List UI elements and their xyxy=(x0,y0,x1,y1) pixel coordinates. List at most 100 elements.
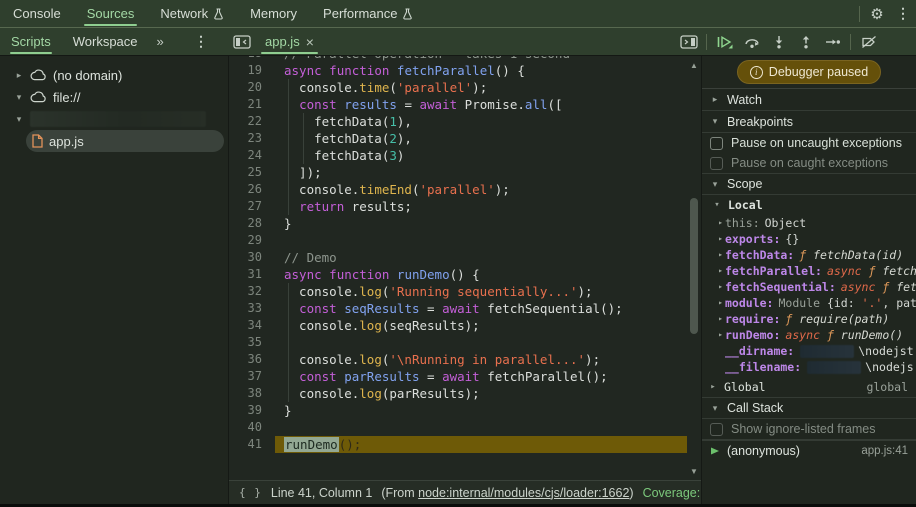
scrollbar-thumb[interactable] xyxy=(690,198,698,334)
chevron-right-icon[interactable]: ▸ xyxy=(716,231,725,247)
code-line-text[interactable]: async function runDemo() { xyxy=(275,266,687,283)
code-line-text[interactable]: runDemo(); xyxy=(275,436,687,453)
code-line-text[interactable]: ]); xyxy=(275,164,687,181)
chevron-right-icon[interactable]: ▸ xyxy=(716,327,725,343)
editor-scrollbar[interactable]: ▲ ▼ xyxy=(687,56,701,480)
line-number[interactable]: 33 xyxy=(229,300,275,317)
code-line-text[interactable]: const seqResults = await fetchSequential… xyxy=(275,300,687,317)
code-line-text[interactable]: console.log(parResults); xyxy=(275,385,687,402)
deactivate-breakpoints-icon[interactable] xyxy=(855,28,882,55)
scope-local-header[interactable]: ▾ Local xyxy=(702,195,916,215)
tab-network[interactable]: Network xyxy=(147,0,237,27)
scope-item-__dirname[interactable]: __dirname:\nodejst xyxy=(702,343,916,359)
chevron-right-icon[interactable]: ▸ xyxy=(716,295,725,311)
code-line-text[interactable]: // Demo xyxy=(275,249,687,266)
scope-item-this[interactable]: ▸this:Object xyxy=(702,215,916,231)
step-into-button[interactable] xyxy=(765,28,792,55)
scroll-up-icon[interactable]: ▲ xyxy=(687,58,701,72)
tab-memory[interactable]: Memory xyxy=(237,0,310,27)
line-number[interactable]: 37 xyxy=(229,368,275,385)
line-number[interactable]: 26 xyxy=(229,181,275,198)
line-number[interactable]: 20 xyxy=(229,79,275,96)
line-number[interactable]: 34 xyxy=(229,317,275,334)
line-number[interactable]: 22 xyxy=(229,113,275,130)
scope-item-require[interactable]: ▸require:ƒ require(path) xyxy=(702,311,916,327)
scope-item-fetchSequential[interactable]: ▸fetchSequential:async ƒ fetchSequential… xyxy=(702,279,916,295)
line-number[interactable]: 23 xyxy=(229,130,275,147)
code-line-text[interactable]: console.log('Running sequentially...'); xyxy=(275,283,687,300)
line-number[interactable]: 24 xyxy=(229,147,275,164)
scope-global-row[interactable]: ▸ Global global xyxy=(702,377,916,397)
tab-sources[interactable]: Sources xyxy=(74,0,148,27)
code-line-text[interactable] xyxy=(275,334,687,351)
scope-item-fetchData[interactable]: ▸fetchData:ƒ fetchData(id) xyxy=(702,247,916,263)
line-number[interactable]: 21 xyxy=(229,96,275,113)
section-watch[interactable]: ▸ Watch xyxy=(702,89,916,111)
code-line-text[interactable]: fetchData(1), xyxy=(275,113,687,130)
line-number[interactable]: 32 xyxy=(229,283,275,300)
scope-item-runDemo[interactable]: ▸runDemo:async ƒ runDemo() xyxy=(702,327,916,343)
chevron-right-icon[interactable]: ▸ xyxy=(716,263,725,279)
code-line-text[interactable] xyxy=(275,232,687,249)
code-line-text[interactable]: console.time('parallel'); xyxy=(275,79,687,96)
code-line-text[interactable]: console.timeEnd('parallel'); xyxy=(275,181,687,198)
step-button[interactable] xyxy=(819,28,846,55)
chevron-right-icon[interactable]: ▸ xyxy=(716,215,725,231)
code-line-text[interactable]: fetchData(2), xyxy=(275,130,687,147)
code-line-text[interactable]: async function fetchParallel() { xyxy=(275,62,687,79)
code-line-text[interactable]: } xyxy=(275,215,687,232)
chevron-down-icon[interactable]: ▾ xyxy=(712,200,722,210)
more-tabs-button[interactable]: » xyxy=(149,34,172,49)
section-scope[interactable]: ▾ Scope xyxy=(702,173,916,195)
chevron-right-icon[interactable]: ▸ xyxy=(716,279,725,295)
chevron-right-icon[interactable]: ▸ xyxy=(716,311,725,327)
navigator-menu-icon[interactable]: ⋮ xyxy=(188,28,214,55)
loader-link[interactable]: node:internal/modules/cjs/loader:1662 xyxy=(418,486,629,500)
step-out-button[interactable] xyxy=(792,28,819,55)
navtab-scripts[interactable]: Scripts xyxy=(0,28,62,55)
code-line-text[interactable]: const results = await Promise.all([ xyxy=(275,96,687,113)
tree-item-folder-redacted[interactable]: ▾ xyxy=(0,108,228,130)
line-number[interactable]: 28 xyxy=(229,215,275,232)
chevron-right-icon[interactable]: ▸ xyxy=(14,70,24,81)
line-number[interactable]: 41 xyxy=(229,436,275,453)
tab-console[interactable]: Console xyxy=(0,0,74,27)
chevron-down-icon[interactable]: ▾ xyxy=(710,179,720,190)
line-number[interactable]: 31 xyxy=(229,266,275,283)
call-stack-frame[interactable]: (anonymous)app.js:41 xyxy=(702,440,916,461)
line-number[interactable]: 25 xyxy=(229,164,275,181)
source-editor[interactable]: 18// Parallel operation - takes 1 second… xyxy=(228,56,702,504)
settings-gear-icon[interactable]: ⚙ xyxy=(864,0,890,27)
chevron-down-icon[interactable]: ▾ xyxy=(710,403,720,414)
breakpoint-option[interactable]: Pause on uncaught exceptions xyxy=(702,133,916,153)
close-icon[interactable]: × xyxy=(306,34,314,50)
debugger-panel-toggle-icon[interactable] xyxy=(675,28,702,55)
chevron-down-icon[interactable]: ▾ xyxy=(710,116,720,127)
tab-app-js[interactable]: app.js × xyxy=(255,28,324,55)
pretty-print-button[interactable]: { } xyxy=(239,486,262,499)
checkbox[interactable] xyxy=(710,137,723,150)
checkbox[interactable] xyxy=(710,157,723,170)
resume-script-button[interactable] xyxy=(711,28,738,55)
section-breakpoints[interactable]: ▾ Breakpoints xyxy=(702,111,916,133)
code-line-text[interactable]: console.log('\nRunning in parallel...'); xyxy=(275,351,687,368)
code-line-text[interactable]: return results; xyxy=(275,198,687,215)
scope-item-module[interactable]: ▸module:Module {id: '.', path xyxy=(702,295,916,311)
navigator-toggle-icon[interactable] xyxy=(228,28,255,55)
scroll-down-icon[interactable]: ▼ xyxy=(687,464,701,478)
step-over-button[interactable] xyxy=(738,28,765,55)
navtab-workspace[interactable]: Workspace xyxy=(62,28,149,55)
breakpoint-option[interactable]: Pause on caught exceptions xyxy=(702,153,916,173)
chevron-right-icon[interactable]: ▸ xyxy=(708,382,718,392)
scope-item-exports[interactable]: ▸exports:{} xyxy=(702,231,916,247)
scope-item-__filename[interactable]: __filename:\nodejs xyxy=(702,359,916,375)
ignore-listed-toggle[interactable]: Show ignore-listed frames xyxy=(702,419,916,440)
tree-item-appjs[interactable]: app.js xyxy=(26,130,224,152)
code-line-text[interactable] xyxy=(275,419,687,436)
code-line-text[interactable]: } xyxy=(275,402,687,419)
tree-item-file[interactable]: ▾file:// xyxy=(0,86,228,108)
line-number[interactable]: 40 xyxy=(229,419,275,436)
code-line-text[interactable]: fetchData(3) xyxy=(275,147,687,164)
chevron-down-icon[interactable]: ▾ xyxy=(14,92,24,103)
tree-item-nodomain[interactable]: ▸(no domain) xyxy=(0,64,228,86)
